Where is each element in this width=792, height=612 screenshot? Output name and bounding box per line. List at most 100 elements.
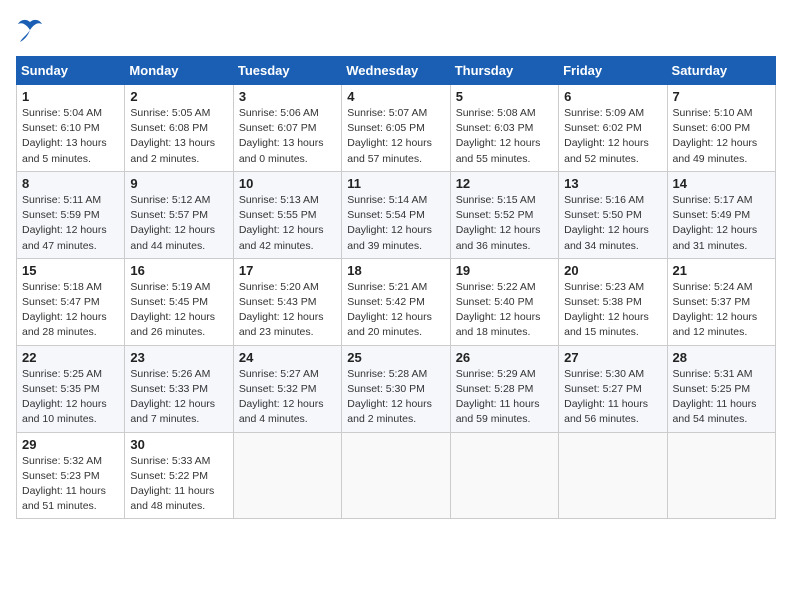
week-row-2: 8 Sunrise: 5:11 AMSunset: 5:59 PMDayligh… (17, 171, 776, 258)
calendar-cell: 11 Sunrise: 5:14 AMSunset: 5:54 PMDaylig… (342, 171, 450, 258)
day-detail: Sunrise: 5:14 AMSunset: 5:54 PMDaylight:… (347, 194, 432, 252)
day-number: 20 (564, 263, 661, 278)
day-number: 17 (239, 263, 336, 278)
day-number: 16 (130, 263, 227, 278)
day-detail: Sunrise: 5:31 AMSunset: 5:25 PMDaylight:… (673, 368, 757, 426)
day-number: 25 (347, 350, 444, 365)
day-number: 10 (239, 176, 336, 191)
calendar-cell (667, 432, 775, 519)
day-detail: Sunrise: 5:27 AMSunset: 5:32 PMDaylight:… (239, 368, 324, 426)
day-detail: Sunrise: 5:30 AMSunset: 5:27 PMDaylight:… (564, 368, 648, 426)
calendar-cell (342, 432, 450, 519)
day-number: 6 (564, 89, 661, 104)
day-detail: Sunrise: 5:05 AMSunset: 6:08 PMDaylight:… (130, 107, 215, 165)
calendar-table: SundayMondayTuesdayWednesdayThursdayFrid… (16, 56, 776, 519)
day-detail: Sunrise: 5:08 AMSunset: 6:03 PMDaylight:… (456, 107, 541, 165)
day-number: 5 (456, 89, 553, 104)
calendar-cell: 3 Sunrise: 5:06 AMSunset: 6:07 PMDayligh… (233, 85, 341, 172)
calendar-cell: 22 Sunrise: 5:25 AMSunset: 5:35 PMDaylig… (17, 345, 125, 432)
day-detail: Sunrise: 5:17 AMSunset: 5:49 PMDaylight:… (673, 194, 758, 252)
calendar-cell: 13 Sunrise: 5:16 AMSunset: 5:50 PMDaylig… (559, 171, 667, 258)
day-number: 18 (347, 263, 444, 278)
calendar-cell: 25 Sunrise: 5:28 AMSunset: 5:30 PMDaylig… (342, 345, 450, 432)
weekday-header-row: SundayMondayTuesdayWednesdayThursdayFrid… (17, 57, 776, 85)
calendar-cell: 9 Sunrise: 5:12 AMSunset: 5:57 PMDayligh… (125, 171, 233, 258)
weekday-header-monday: Monday (125, 57, 233, 85)
day-detail: Sunrise: 5:04 AMSunset: 6:10 PMDaylight:… (22, 107, 107, 165)
day-number: 12 (456, 176, 553, 191)
calendar-cell: 15 Sunrise: 5:18 AMSunset: 5:47 PMDaylig… (17, 258, 125, 345)
calendar-cell: 27 Sunrise: 5:30 AMSunset: 5:27 PMDaylig… (559, 345, 667, 432)
day-detail: Sunrise: 5:16 AMSunset: 5:50 PMDaylight:… (564, 194, 649, 252)
calendar-cell (233, 432, 341, 519)
day-number: 24 (239, 350, 336, 365)
day-detail: Sunrise: 5:12 AMSunset: 5:57 PMDaylight:… (130, 194, 215, 252)
day-detail: Sunrise: 5:23 AMSunset: 5:38 PMDaylight:… (564, 281, 649, 339)
logo-bird-icon (16, 16, 44, 44)
day-detail: Sunrise: 5:18 AMSunset: 5:47 PMDaylight:… (22, 281, 107, 339)
day-detail: Sunrise: 5:15 AMSunset: 5:52 PMDaylight:… (456, 194, 541, 252)
calendar-cell: 2 Sunrise: 5:05 AMSunset: 6:08 PMDayligh… (125, 85, 233, 172)
calendar-cell: 8 Sunrise: 5:11 AMSunset: 5:59 PMDayligh… (17, 171, 125, 258)
calendar-cell: 7 Sunrise: 5:10 AMSunset: 6:00 PMDayligh… (667, 85, 775, 172)
day-number: 4 (347, 89, 444, 104)
weekday-header-saturday: Saturday (667, 57, 775, 85)
day-number: 27 (564, 350, 661, 365)
day-detail: Sunrise: 5:20 AMSunset: 5:43 PMDaylight:… (239, 281, 324, 339)
calendar-cell (559, 432, 667, 519)
calendar-cell: 1 Sunrise: 5:04 AMSunset: 6:10 PMDayligh… (17, 85, 125, 172)
day-detail: Sunrise: 5:21 AMSunset: 5:42 PMDaylight:… (347, 281, 432, 339)
day-number: 29 (22, 437, 119, 452)
day-detail: Sunrise: 5:07 AMSunset: 6:05 PMDaylight:… (347, 107, 432, 165)
day-number: 13 (564, 176, 661, 191)
day-number: 19 (456, 263, 553, 278)
week-row-5: 29 Sunrise: 5:32 AMSunset: 5:23 PMDaylig… (17, 432, 776, 519)
calendar-cell: 18 Sunrise: 5:21 AMSunset: 5:42 PMDaylig… (342, 258, 450, 345)
day-detail: Sunrise: 5:22 AMSunset: 5:40 PMDaylight:… (456, 281, 541, 339)
weekday-header-wednesday: Wednesday (342, 57, 450, 85)
day-number: 23 (130, 350, 227, 365)
day-number: 26 (456, 350, 553, 365)
day-number: 30 (130, 437, 227, 452)
day-detail: Sunrise: 5:11 AMSunset: 5:59 PMDaylight:… (22, 194, 107, 252)
day-detail: Sunrise: 5:13 AMSunset: 5:55 PMDaylight:… (239, 194, 324, 252)
day-number: 21 (673, 263, 770, 278)
day-number: 3 (239, 89, 336, 104)
day-detail: Sunrise: 5:32 AMSunset: 5:23 PMDaylight:… (22, 455, 106, 513)
day-number: 8 (22, 176, 119, 191)
calendar-cell: 14 Sunrise: 5:17 AMSunset: 5:49 PMDaylig… (667, 171, 775, 258)
calendar-cell: 30 Sunrise: 5:33 AMSunset: 5:22 PMDaylig… (125, 432, 233, 519)
week-row-4: 22 Sunrise: 5:25 AMSunset: 5:35 PMDaylig… (17, 345, 776, 432)
page-header (16, 16, 776, 44)
day-detail: Sunrise: 5:09 AMSunset: 6:02 PMDaylight:… (564, 107, 649, 165)
calendar-cell: 23 Sunrise: 5:26 AMSunset: 5:33 PMDaylig… (125, 345, 233, 432)
weekday-header-sunday: Sunday (17, 57, 125, 85)
weekday-header-thursday: Thursday (450, 57, 558, 85)
week-row-1: 1 Sunrise: 5:04 AMSunset: 6:10 PMDayligh… (17, 85, 776, 172)
calendar-cell: 24 Sunrise: 5:27 AMSunset: 5:32 PMDaylig… (233, 345, 341, 432)
day-detail: Sunrise: 5:24 AMSunset: 5:37 PMDaylight:… (673, 281, 758, 339)
calendar-cell: 19 Sunrise: 5:22 AMSunset: 5:40 PMDaylig… (450, 258, 558, 345)
calendar-cell: 29 Sunrise: 5:32 AMSunset: 5:23 PMDaylig… (17, 432, 125, 519)
day-detail: Sunrise: 5:26 AMSunset: 5:33 PMDaylight:… (130, 368, 215, 426)
week-row-3: 15 Sunrise: 5:18 AMSunset: 5:47 PMDaylig… (17, 258, 776, 345)
calendar-cell: 16 Sunrise: 5:19 AMSunset: 5:45 PMDaylig… (125, 258, 233, 345)
weekday-header-friday: Friday (559, 57, 667, 85)
calendar-cell (450, 432, 558, 519)
calendar-cell: 26 Sunrise: 5:29 AMSunset: 5:28 PMDaylig… (450, 345, 558, 432)
weekday-header-tuesday: Tuesday (233, 57, 341, 85)
day-detail: Sunrise: 5:29 AMSunset: 5:28 PMDaylight:… (456, 368, 540, 426)
day-detail: Sunrise: 5:19 AMSunset: 5:45 PMDaylight:… (130, 281, 215, 339)
calendar-cell: 6 Sunrise: 5:09 AMSunset: 6:02 PMDayligh… (559, 85, 667, 172)
day-number: 2 (130, 89, 227, 104)
calendar-cell: 12 Sunrise: 5:15 AMSunset: 5:52 PMDaylig… (450, 171, 558, 258)
calendar-cell: 5 Sunrise: 5:08 AMSunset: 6:03 PMDayligh… (450, 85, 558, 172)
day-number: 22 (22, 350, 119, 365)
day-number: 9 (130, 176, 227, 191)
calendar-cell: 20 Sunrise: 5:23 AMSunset: 5:38 PMDaylig… (559, 258, 667, 345)
logo (16, 16, 46, 44)
day-number: 14 (673, 176, 770, 191)
calendar-cell: 17 Sunrise: 5:20 AMSunset: 5:43 PMDaylig… (233, 258, 341, 345)
day-number: 15 (22, 263, 119, 278)
day-detail: Sunrise: 5:28 AMSunset: 5:30 PMDaylight:… (347, 368, 432, 426)
